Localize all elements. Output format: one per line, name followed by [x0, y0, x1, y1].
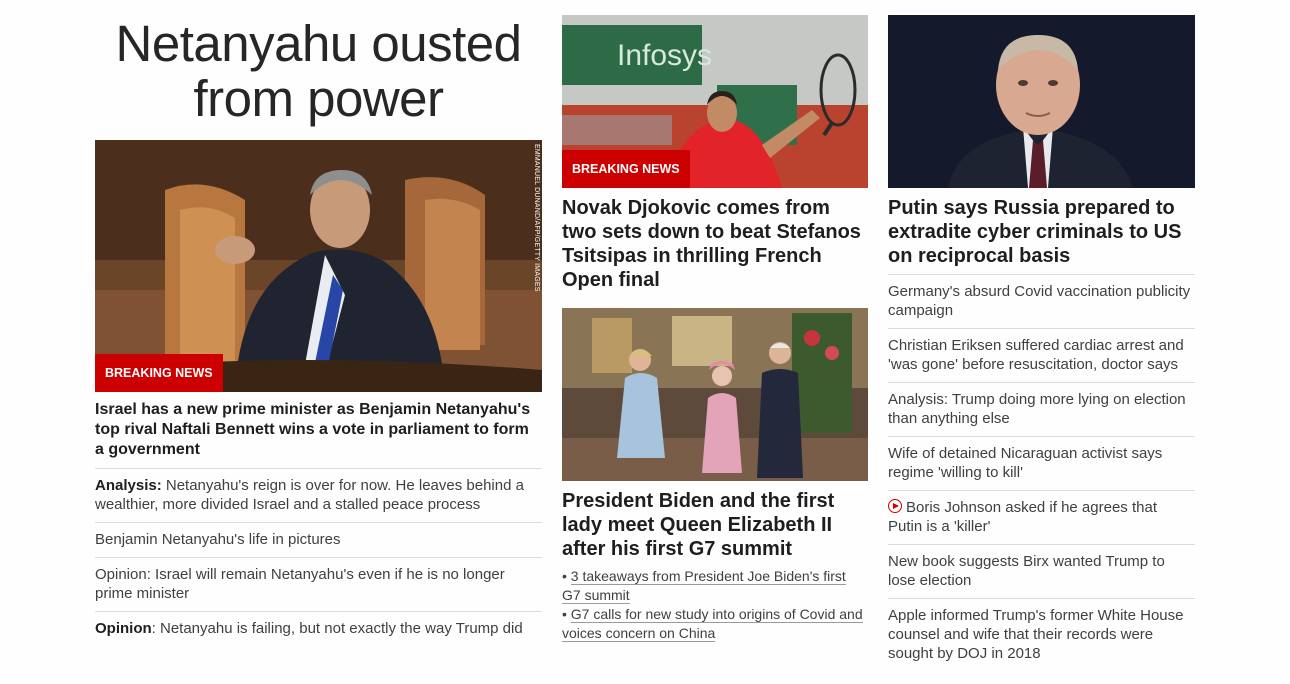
- biden-queen-image[interactable]: [562, 308, 868, 481]
- list-item[interactable]: Germany's absurd Covid vaccination publi…: [888, 275, 1195, 329]
- list-item[interactable]: Analysis: Trump doing more lying on elec…: [888, 383, 1195, 437]
- list-item[interactable]: New book suggests Birx wanted Trump to l…: [888, 545, 1195, 599]
- biden-queen-headline[interactable]: President Biden and the first lady meet …: [562, 489, 868, 561]
- biden-related-list: • 3 takeaways from President Joe Biden's…: [562, 567, 868, 643]
- svg-text:Infosys: Infosys: [617, 39, 712, 72]
- list-item[interactable]: Opinion: Israel will remain Netanyahu's …: [95, 558, 542, 612]
- list-item[interactable]: Wife of detained Nicaraguan activist say…: [888, 437, 1195, 491]
- photo-credit: EMMANUEL DUNAND/AFP/GETTY IMAGES: [533, 144, 540, 292]
- lead-summary-link[interactable]: Israel has a new prime minister as Benja…: [95, 400, 542, 469]
- lead-headline-line2[interactable]: from power: [193, 70, 444, 127]
- middle-column: Infosys BREAKING NEWS Novak Djokovic com…: [562, 0, 868, 643]
- lead-story-column: Netanyahu ousted from power EMMANUEL DUN…: [95, 0, 542, 646]
- list-item[interactable]: Apple informed Trump's former White Hous…: [888, 599, 1195, 671]
- putin-headline[interactable]: Putin says Russia prepared to extradite …: [888, 196, 1195, 275]
- list-item[interactable]: Analysis: Netanyahu's reign is over for …: [95, 469, 542, 523]
- lead-story-image[interactable]: EMMANUEL DUNAND/AFP/GETTY IMAGES BREAKIN…: [95, 140, 542, 392]
- right-column: Putin says Russia prepared to extradite …: [888, 0, 1195, 671]
- lead-headline-line1[interactable]: Netanyahu ousted: [116, 15, 522, 72]
- play-icon: [888, 499, 902, 513]
- putin-image[interactable]: [888, 15, 1195, 188]
- list-item[interactable]: Opinion: Netanyahu is failing, but not e…: [95, 612, 542, 646]
- djokovic-headline[interactable]: Novak Djokovic comes from two sets down …: [562, 196, 868, 292]
- list-item: • G7 calls for new study into origins of…: [562, 606, 863, 642]
- putin-photo: [888, 15, 1195, 188]
- lead-headline[interactable]: Netanyahu ousted from power: [95, 16, 542, 126]
- related-link[interactable]: G7 calls for new study into origins of C…: [562, 606, 863, 642]
- related-link[interactable]: 3 takeaways from President Joe Biden's f…: [562, 568, 846, 604]
- biden-queen-photo: [562, 308, 868, 481]
- list-item: • 3 takeaways from President Joe Biden's…: [562, 568, 846, 604]
- list-item[interactable]: Benjamin Netanyahu's life in pictures: [95, 523, 542, 558]
- djokovic-image[interactable]: Infosys BREAKING NEWS: [562, 15, 868, 188]
- lead-related-list: Analysis: Netanyahu's reign is over for …: [95, 469, 542, 646]
- list-item[interactable]: Boris Johnson asked if he agrees that Pu…: [888, 491, 1195, 545]
- list-item[interactable]: Christian Eriksen suffered cardiac arres…: [888, 329, 1195, 383]
- breaking-news-badge: BREAKING NEWS: [562, 150, 690, 188]
- breaking-news-badge: BREAKING NEWS: [95, 354, 223, 392]
- right-headline-list: Germany's absurd Covid vaccination publi…: [888, 275, 1195, 671]
